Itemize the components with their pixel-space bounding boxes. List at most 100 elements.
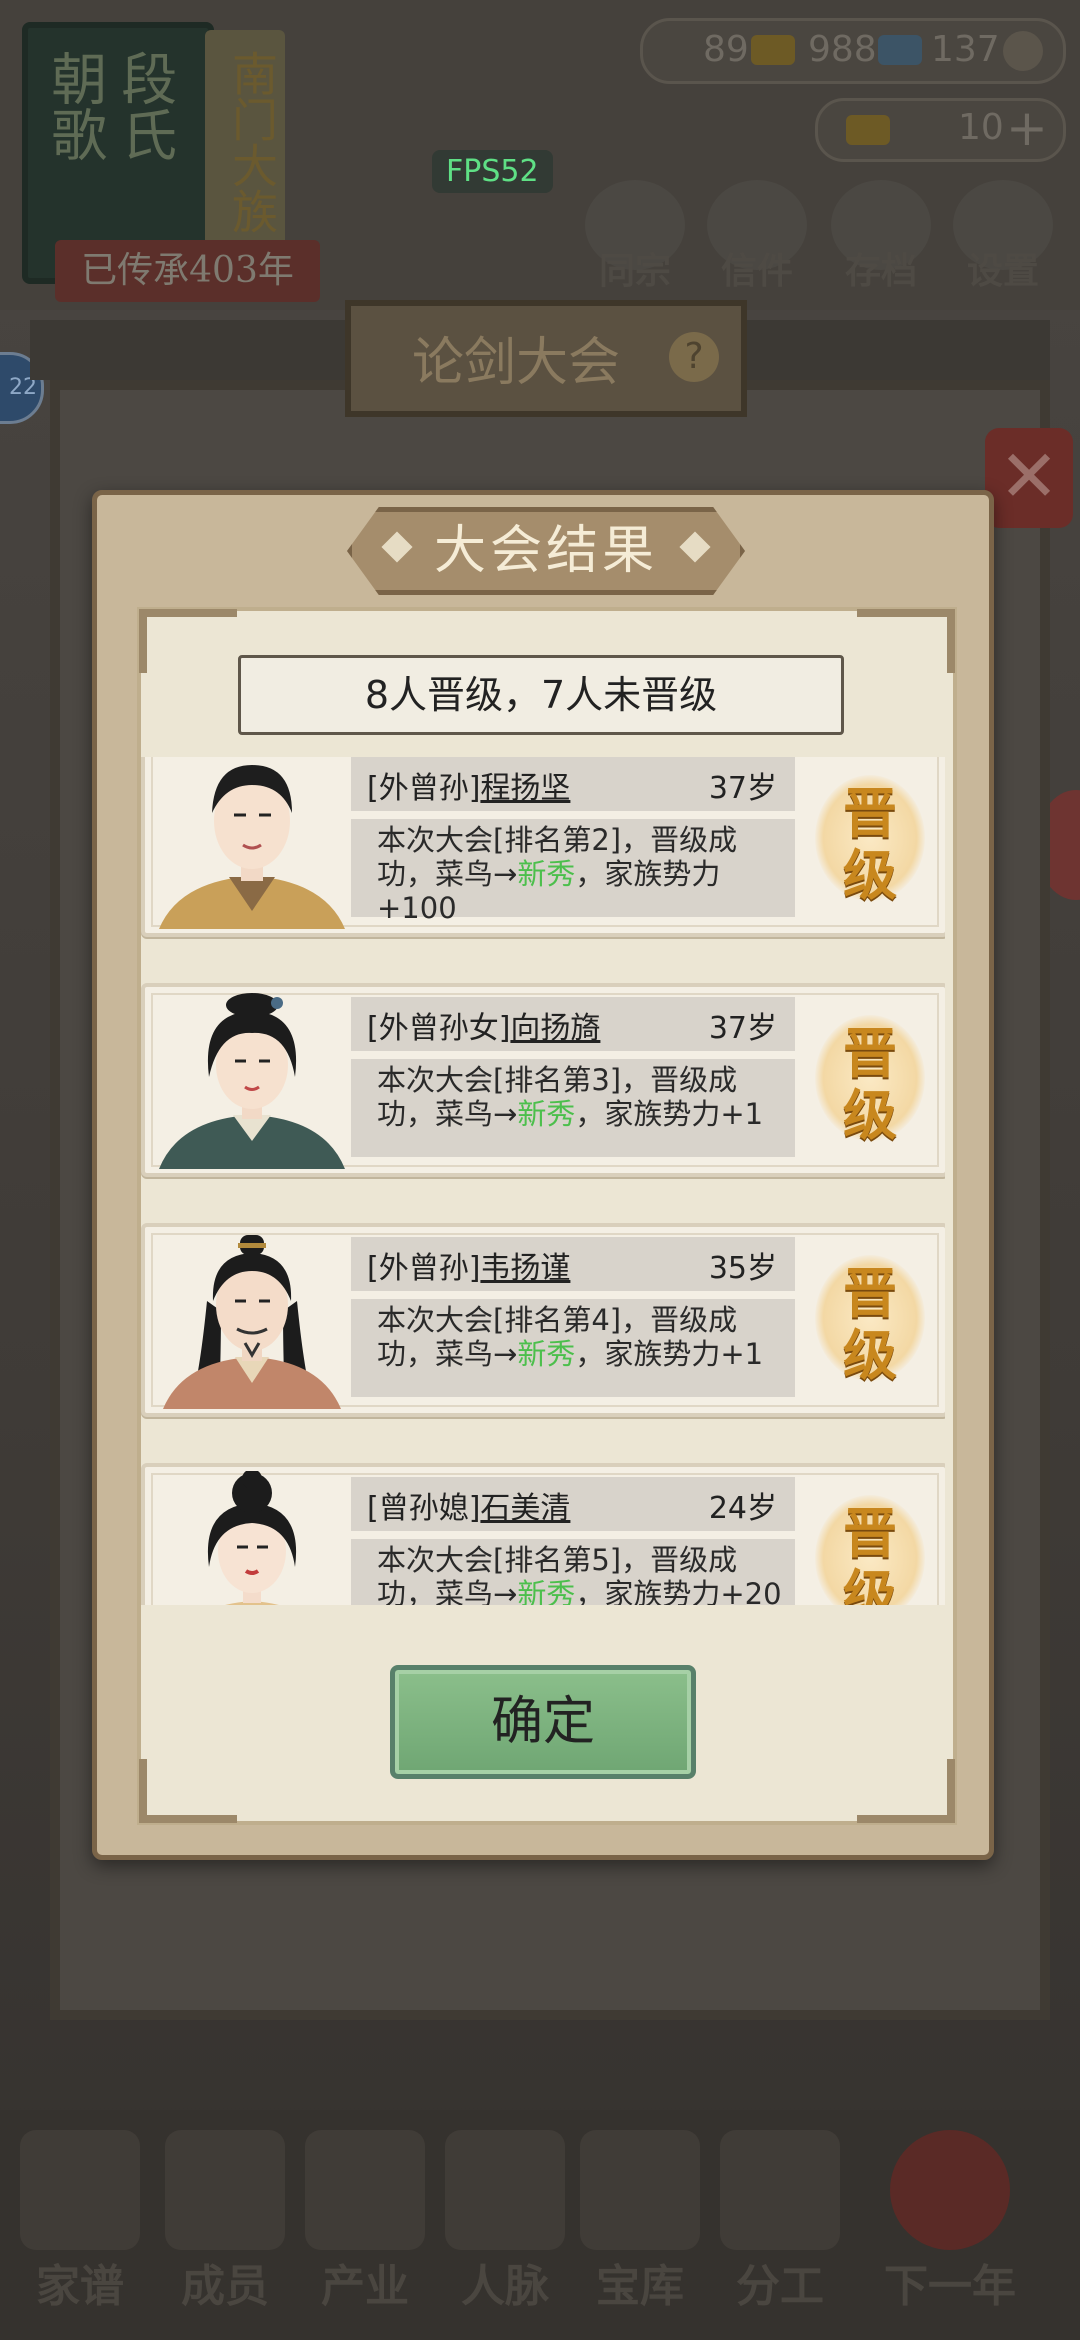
result-description: 本次大会[排名第5]，晋级成功，菜鸟→新秀，家族势力+20 <box>351 1539 795 1605</box>
division-icon <box>720 2130 840 2250</box>
gold-ingot-bar[interactable]: 10 + <box>815 98 1066 162</box>
clan-button[interactable]: 同宗 <box>580 180 690 292</box>
tournament-title-plate: 论剑大会 ? <box>345 300 747 417</box>
members-icon <box>165 2130 285 2250</box>
promoted-badge: 晋 级 <box>815 1249 925 1389</box>
member-portrait <box>149 1471 355 1605</box>
genealogy-icon <box>20 2130 140 2250</box>
settings-label: 设置 <box>966 250 1039 292</box>
nav-property[interactable]: 产业 <box>300 2250 430 2314</box>
badge-char-2: 级 <box>843 1323 897 1387</box>
resource-bar: 89 988 137 <box>640 18 1066 84</box>
settings-button[interactable]: 设置 <box>948 180 1058 292</box>
heritage-banner: 已传承403年 <box>55 240 320 302</box>
family-book-place: 朝歌 <box>41 50 107 162</box>
member-name[interactable]: 程扬坚 <box>480 771 570 806</box>
clan-scroll: 南门大族 <box>205 30 285 250</box>
member-info: [曾孙媳]石美清 24岁 <box>351 1477 795 1531</box>
promoted-badge: 晋 级 <box>815 1009 925 1149</box>
corner-ornament <box>139 1759 237 1823</box>
new-rank: 新秀 <box>517 1577 576 1605</box>
network-icon <box>445 2130 565 2250</box>
resource-3-value: 137 <box>931 29 1000 70</box>
add-gold-icon[interactable]: + <box>1006 99 1048 157</box>
new-rank: 新秀 <box>517 857 576 891</box>
family-book-clan: 段氏 <box>111 50 177 162</box>
roof-right <box>730 320 1050 380</box>
close-button[interactable]: ✕ <box>985 428 1073 528</box>
bottom-nav: 家谱 成员 产业 人脉 宝库 分工 下一年 <box>0 2110 1080 2340</box>
result-reward: ，家族势力+1 <box>575 1337 764 1371</box>
member-relation: [外曾孙] <box>367 1251 481 1286</box>
member-name-line: [外曾孙女]向扬旖 <box>367 1003 600 1047</box>
member-portrait <box>149 991 355 1169</box>
resource-2-value: 988 <box>808 29 877 70</box>
modal-title-plate: 大会结果 <box>347 507 745 595</box>
mail-label: 信件 <box>720 250 793 292</box>
nav-next-year[interactable]: 下一年 <box>850 2250 1050 2314</box>
result-reward: ，家族势力+20 <box>575 1577 782 1605</box>
member-name[interactable]: 韦扬谨 <box>480 1251 570 1286</box>
lantern-icon <box>890 2130 1010 2250</box>
roof-left <box>30 320 350 380</box>
confirm-button[interactable]: 确定 <box>390 1665 696 1779</box>
new-rank: 新秀 <box>517 1097 576 1131</box>
badge-char-2: 级 <box>843 843 897 907</box>
tournament-title: 论剑大会 <box>411 333 620 393</box>
member-name[interactable]: 石美清 <box>480 1491 570 1526</box>
corner-ornament <box>139 609 237 673</box>
member-portrait <box>149 757 355 929</box>
result-card[interactable]: [外曾孙]韦扬谨 35岁 本次大会[排名第4]，晋级成功，菜鸟→新秀，家族势力+… <box>141 1223 945 1417</box>
member-name-line: [曾孙媳]石美清 <box>367 1483 570 1527</box>
member-age: 24岁 <box>708 1491 777 1526</box>
badge-char-2: 级 <box>843 1563 897 1605</box>
resource-1-value: 89 <box>703 29 749 70</box>
new-rank: 新秀 <box>517 1337 576 1371</box>
member-age: 37岁 <box>708 1011 777 1046</box>
clan-label: 同宗 <box>598 250 671 292</box>
member-portrait <box>149 1231 355 1409</box>
gold-bar-icon <box>751 35 795 65</box>
member-name[interactable]: 向扬旖 <box>510 1011 600 1046</box>
member-info: [外曾孙女]向扬旖 37岁 <box>351 997 795 1051</box>
nav-members[interactable]: 成员 <box>160 2250 290 2314</box>
nav-treasury[interactable]: 宝库 <box>575 2250 705 2314</box>
result-card[interactable]: [外曾孙女]向扬旖 37岁 本次大会[排名第3]，晋级成功，菜鸟→新秀，家族势力… <box>141 983 945 1177</box>
result-description: 本次大会[排名第2]，晋级成功，菜鸟→新秀，家族势力+100 <box>351 819 795 925</box>
member-name-line: [外曾孙]韦扬谨 <box>367 1243 570 1287</box>
gold-value: 10 <box>958 107 1004 148</box>
result-description: 本次大会[排名第3]，晋级成功，菜鸟→新秀，家族势力+1 <box>351 1059 795 1157</box>
modal-title: 大会结果 <box>433 521 658 581</box>
coin-icon <box>1003 31 1043 71</box>
member-age: 35岁 <box>708 1251 777 1286</box>
member-relation: [外曾孙女] <box>367 1011 511 1046</box>
mail-button[interactable]: 信件 <box>702 180 812 292</box>
fps-counter: FPS52 <box>432 150 553 193</box>
member-info: [外曾孙]韦扬谨 35岁 <box>351 1237 795 1291</box>
save-label: 存档 <box>844 250 917 292</box>
member-info: [外曾孙]程扬坚 37岁 <box>351 757 795 811</box>
promoted-badge: 晋 级 <box>815 769 925 909</box>
member-age: 37岁 <box>708 771 777 806</box>
nav-genealogy[interactable]: 家谱 <box>15 2250 145 2314</box>
corner-ornament <box>857 1759 955 1823</box>
badge-char-2: 级 <box>843 1083 897 1147</box>
member-name-line: [外曾孙]程扬坚 <box>367 763 570 807</box>
help-icon[interactable]: ? <box>669 332 719 382</box>
ticket-icon <box>878 35 922 65</box>
property-icon <box>305 2130 425 2250</box>
result-reward: ，家族势力+1 <box>575 1097 764 1131</box>
result-description: 本次大会[排名第4]，晋级成功，菜鸟→新秀，家族势力+1 <box>351 1299 795 1397</box>
ingot-icon <box>846 115 890 145</box>
results-summary: 8人晋级，7人未晋级 <box>238 655 844 735</box>
result-card[interactable]: [外曾孙]程扬坚 37岁 本次大会[排名第2]，晋级成功，菜鸟→新秀，家族势力+… <box>141 757 945 937</box>
result-card[interactable]: [曾孙媳]石美清 24岁 本次大会[排名第5]，晋级成功，菜鸟→新秀，家族势力+… <box>141 1463 945 1605</box>
corner-ornament <box>857 609 955 673</box>
nav-division[interactable]: 分工 <box>715 2250 845 2314</box>
results-list[interactable]: [外曾孙]程扬坚 37岁 本次大会[排名第2]，晋级成功，菜鸟→新秀，家族势力+… <box>135 757 945 1605</box>
member-relation: [曾孙媳] <box>367 1491 481 1526</box>
save-button[interactable]: 存档 <box>826 180 936 292</box>
results-modal: 大会结果 8人晋级，7人未晋级 [外曾孙]程扬坚 37岁 本次大会[排名第2]，… <box>92 490 994 1860</box>
member-relation: [外曾孙] <box>367 771 481 806</box>
nav-network[interactable]: 人脉 <box>440 2250 570 2314</box>
